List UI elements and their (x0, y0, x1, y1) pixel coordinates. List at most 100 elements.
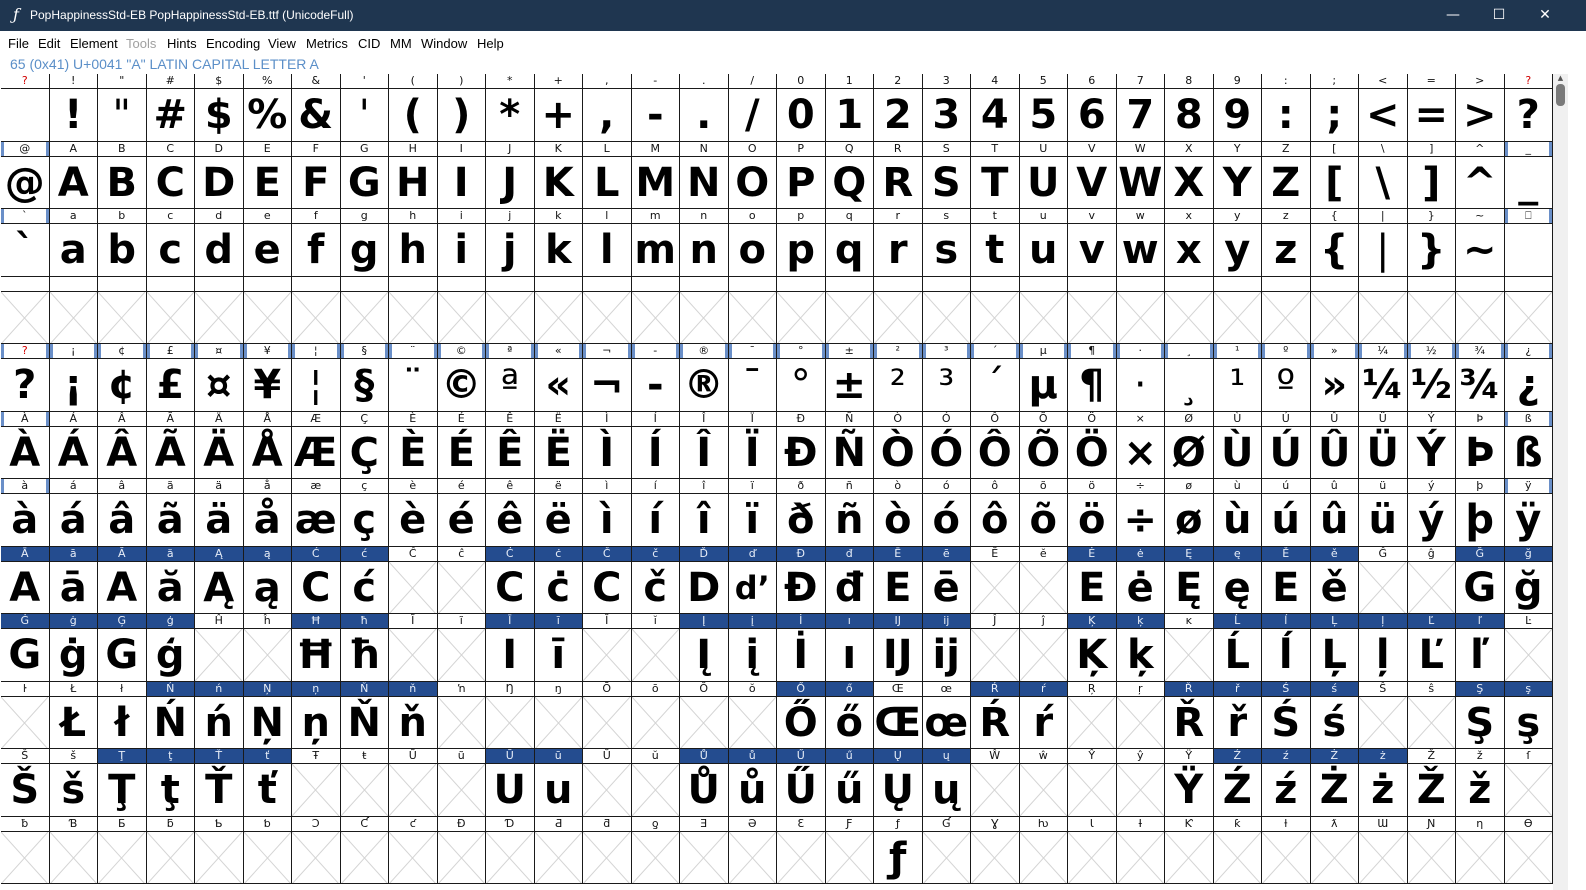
glyph-cell[interactable]: đđ (825, 546, 874, 614)
glyph-cell[interactable]: ƛ (1310, 816, 1359, 884)
glyph-cell[interactable]: ňň (389, 681, 438, 749)
glyph-cell[interactable]: ¡ ¡ (49, 344, 98, 412)
glyph-cell[interactable]: = = (1407, 74, 1456, 142)
glyph-cell[interactable]: ÄÄ (195, 411, 244, 479)
glyph-cell[interactable]: Ɖ (437, 816, 486, 884)
glyph-cell[interactable]: ÉÉ (437, 411, 486, 479)
glyph-cell[interactable]: YY (1213, 141, 1262, 209)
glyph-cell[interactable]: ii (437, 209, 486, 277)
glyph-cell[interactable]: Ĩ (389, 614, 438, 682)
glyph-cell[interactable]: ÑÑ (825, 411, 874, 479)
glyph-cell[interactable]: ÌÌ (583, 411, 632, 479)
glyph-cell[interactable]: ŹŹ (1213, 749, 1262, 817)
glyph-cell[interactable]: JJ (486, 141, 535, 209)
glyph-cell[interactable]: ôô (971, 479, 1020, 547)
glyph-cell[interactable]: ìì (583, 479, 632, 547)
glyph-cell[interactable]: ŀ (1, 681, 50, 749)
glyph-cell[interactable]: ĞG (1456, 546, 1505, 614)
glyph-cell[interactable]: ŰŰ (777, 749, 826, 817)
glyph-cell[interactable]: ¤ ¤ (195, 344, 244, 412)
glyph-cell[interactable]: 44 (971, 74, 1020, 142)
menu-view[interactable]: View (268, 35, 296, 53)
glyph-cell[interactable]: 66 (1068, 74, 1117, 142)
glyph-cell[interactable]: ƞ (1456, 816, 1505, 884)
glyph-cell[interactable]: šš (49, 749, 98, 817)
glyph-cell[interactable]: ðð (777, 479, 826, 547)
glyph-cell[interactable]: ¾¾ (1456, 344, 1505, 412)
glyph-cell[interactable]: ŘŘ (1165, 681, 1214, 749)
glyph-cell[interactable]: Ǝ (680, 816, 729, 884)
glyph-cell[interactable]: čč (631, 546, 680, 614)
glyph-cell[interactable]: Ŀ (1504, 614, 1553, 682)
glyph-cell[interactable]: {{ (1310, 209, 1359, 277)
glyph-cell[interactable]: ŝ (1407, 681, 1456, 749)
glyph-cell[interactable]: ÒÒ (874, 411, 923, 479)
glyph-cell[interactable]: ŃŃ (146, 681, 195, 749)
glyph-cell[interactable]: ļļ (1359, 614, 1408, 682)
glyph-cell[interactable]: ]] (1407, 141, 1456, 209)
glyph-cell[interactable]: őő (825, 681, 874, 749)
glyph-cell[interactable]: Ɣ (971, 816, 1020, 884)
glyph-cell[interactable] (437, 276, 486, 344)
glyph-cell[interactable]: ĳĳ (922, 614, 971, 682)
glyph-cell[interactable]: ½½ (1407, 344, 1456, 412)
glyph-cell[interactable]: ýý (1407, 479, 1456, 547)
glyph-cell[interactable]: ıı (825, 614, 874, 682)
glyph-cell[interactable]: [[ (1310, 141, 1359, 209)
glyph-cell[interactable]: bb (98, 209, 147, 277)
glyph-cell[interactable]: 22 (874, 74, 923, 142)
glyph-cell[interactable]: Ŏ (680, 681, 729, 749)
glyph-cell[interactable]: ÎÎ (680, 411, 729, 479)
glyph-cell[interactable]: MM (631, 141, 680, 209)
glyph-cell[interactable]: ´ ´ (971, 344, 1020, 412)
glyph-cell[interactable]: ûû (1310, 479, 1359, 547)
glyph-cell[interactable]: Ĭ (583, 614, 632, 682)
glyph-cell[interactable]: Ŷ (1068, 749, 1117, 817)
glyph-cell[interactable]: ;; (1310, 74, 1359, 142)
glyph-cell[interactable]: ? (1, 74, 50, 142)
glyph-cell[interactable]: ĩ (437, 614, 486, 682)
glyph-cell[interactable]: × × (1116, 411, 1165, 479)
glyph-cell[interactable] (340, 276, 389, 344)
glyph-cell[interactable] (874, 276, 923, 344)
glyph-cell[interactable]: ff (292, 209, 341, 277)
glyph-cell[interactable]: żż (1359, 749, 1408, 817)
glyph-cell[interactable]: ĵ (1019, 614, 1068, 682)
glyph-cell[interactable]: ùù (1213, 479, 1262, 547)
glyph-cell[interactable]: ŠŠ (1, 749, 50, 817)
glyph-cell[interactable]: »» (1310, 344, 1359, 412)
glyph-cell[interactable]: Ɛ (777, 816, 826, 884)
glyph-cell[interactable]: ññ (825, 479, 874, 547)
glyph-cell[interactable]: ÈÈ (389, 411, 438, 479)
glyph-cell[interactable]: ææ (292, 479, 341, 547)
glyph-cell[interactable]: ØØ (1165, 411, 1214, 479)
glyph-cell[interactable]: ŲŲ (874, 749, 923, 817)
glyph-cell[interactable]: ÃÃ (146, 411, 195, 479)
glyph-cell[interactable]: ĀA (1, 546, 50, 614)
glyph-cell[interactable]: İİ (777, 614, 826, 682)
glyph-cell[interactable]: & & (292, 74, 341, 142)
glyph-cell[interactable]: ĽĽ (1407, 614, 1456, 682)
glyph-cell[interactable]: ĊC (486, 546, 535, 614)
glyph-cell[interactable]: ĺĺ (1262, 614, 1311, 682)
glyph-cell[interactable]: xx (1165, 209, 1214, 277)
glyph-cell[interactable]: Ŧ (292, 749, 341, 817)
glyph-cell[interactable]: ĐĐ (777, 546, 826, 614)
glyph-cell[interactable]: ąą (243, 546, 292, 614)
glyph-cell[interactable]: ƙ (1213, 816, 1262, 884)
glyph-cell[interactable]: ėė (1116, 546, 1165, 614)
glyph-cell[interactable]: ď d’ (728, 546, 777, 614)
glyph-cell[interactable]: ¹¹ (1213, 344, 1262, 412)
glyph-cell[interactable]: ŒŒ (874, 681, 923, 749)
glyph-cell[interactable]: ƃ (146, 816, 195, 884)
glyph-cell[interactable]: ĶĶ (1068, 614, 1117, 682)
glyph-cell[interactable]: ÁÁ (49, 411, 98, 479)
glyph-cell[interactable]: ŞŞ (1456, 681, 1505, 749)
glyph-cell[interactable]: yy (1213, 209, 1262, 277)
minimize-button[interactable]: — (1430, 0, 1476, 31)
glyph-cell[interactable]: œœ (922, 681, 971, 749)
glyph-cell[interactable]: ĚE (1262, 546, 1311, 614)
glyph-cell[interactable]: ll (583, 209, 632, 277)
glyph-cell[interactable]: Ƌ (534, 816, 583, 884)
glyph-cell[interactable]: ŭ (631, 749, 680, 817)
